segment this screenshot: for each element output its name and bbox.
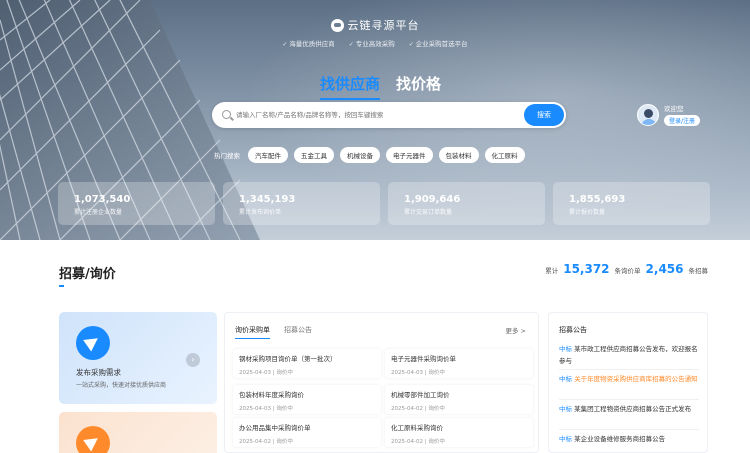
hot-searches: 热门搜索 汽车配件 五金工具 机械设备 电子元器件 包装材料 化工原料 (214, 147, 525, 163)
avatar[interactable] (637, 103, 659, 126)
counts-mid: 条询价单 (614, 267, 641, 275)
list-item[interactable]: 钢材采购项目询价单（第一批次） 2025-04-03 | 询价中 (233, 349, 381, 378)
news-text: 关于年度物资采购供应商库招募的公告通知 (574, 375, 698, 383)
stats-row: 1,073,540 累计注册企业数量 1,345,193 累计发布询价单 1,9… (58, 182, 710, 225)
news-tag: 中标 (559, 375, 572, 383)
stat-label: 累计注册企业数量 (74, 209, 123, 216)
brand-tags: 海量优质供应商 专业高效采购 企业采购首选平台 (0, 38, 750, 48)
hot-search-chip[interactable]: 机械设备 (340, 147, 380, 163)
search-icon (222, 110, 231, 119)
news-tag: 中标 (559, 435, 572, 443)
item-meta: 2025-04-03 | 询价中 (239, 370, 293, 376)
publish-demand-card[interactable]: 发布采购需求 一站式采购，快速对接优质供应商 › (59, 312, 217, 404)
login-button[interactable]: 登录/注册 (664, 115, 701, 126)
hot-search-chip[interactable]: 汽车配件 (248, 147, 288, 163)
list-item[interactable]: 办公用品集中采购询价单 2025-04-02 | 询价中 (233, 418, 381, 447)
hot-search-label: 热门搜索 (214, 152, 240, 160)
hot-search-chip[interactable]: 电子元器件 (386, 147, 433, 163)
card-subtitle: 一站式采购，快速对接优质供应商 (76, 382, 167, 389)
user-greeting: 欢迎您 (664, 105, 684, 113)
stat-value: 1,855,693 (569, 194, 626, 205)
item-meta: 2025-04-03 | 询价中 (391, 370, 445, 376)
item-title: 包装材料年度采购询价 (239, 391, 304, 399)
stat-label: 累计发布询价单 (239, 209, 282, 216)
item-meta: 2025-04-02 | 询价中 (391, 406, 445, 412)
page: 云链寻源平台 海量优质供应商 专业高效采购 企业采购首选平台 找供应商 找价格 … (0, 0, 750, 453)
stat-card: 1,345,193 累计发布询价单 (223, 182, 380, 225)
brand-tag: 专业高效采购 (349, 38, 395, 48)
item-title: 电子元器件采购询价单 (391, 355, 456, 363)
brand-name: 云链寻源平台 (347, 19, 420, 32)
inquiry-counts: 累计 15,372 条询价单 2,456 条招募 (545, 262, 708, 276)
search-button[interactable]: 搜索 (524, 104, 564, 126)
search-tabs: 找供应商 找价格 (320, 73, 441, 100)
brand-tag: 海量优质供应商 (282, 38, 335, 48)
news-text: 某企业设备维修服务商招募公告 (574, 435, 666, 443)
more-link[interactable]: 更多 > (505, 325, 526, 335)
chevron-right-icon[interactable]: › (186, 353, 200, 367)
stat-card: 1,073,540 累计注册企业数量 (58, 182, 215, 225)
stat-value: 1,909,646 (404, 194, 461, 205)
item-title: 办公用品集中采购询价单 (239, 424, 311, 432)
secondary-card[interactable] (59, 412, 217, 453)
card-title: 发布采购需求 (76, 368, 121, 377)
news-panel: 招募公告 中标 某市政工程供应商招募公告发布，欢迎报名参与 中标 关于年度物资采… (548, 312, 708, 453)
item-title: 化工原料采购询价 (391, 424, 443, 432)
stat-value: 1,345,193 (239, 194, 296, 205)
stat-label: 累计交易订单数量 (404, 209, 453, 216)
list-item[interactable]: 包装材料年度采购询价 2025-04-03 | 询价中 (233, 385, 381, 414)
tab-find-prices[interactable]: 找价格 (396, 73, 441, 100)
search-input[interactable] (236, 108, 526, 122)
item-meta: 2025-04-02 | 询价中 (391, 439, 445, 445)
tab-recruit-notices[interactable]: 招募公告 (284, 325, 312, 339)
hot-search-chip[interactable]: 包装材料 (438, 147, 479, 163)
brand[interactable]: 云链寻源平台 (0, 17, 750, 33)
logo-icon (330, 18, 344, 32)
news-text: 某市政工程供应商招募公告发布，欢迎报名参与 (559, 345, 698, 365)
item-title: 机械零部件加工询价 (391, 391, 450, 399)
stat-card: 1,855,693 累计报价数量 (553, 182, 710, 225)
list-item[interactable]: 机械零部件加工询价 2025-04-02 | 询价中 (385, 385, 533, 414)
news-item[interactable]: 中标 某企业设备维修服务商招募公告 (559, 433, 699, 452)
list-item[interactable]: 电子元器件采购询价单 2025-04-03 | 询价中 (385, 349, 533, 378)
section-title: 招募/询价 (59, 267, 116, 282)
news-text: 某集团工程物资供应商招募公告正式发布 (574, 405, 692, 413)
inquiry-tabs: 询价采购单 招募公告 (235, 325, 312, 339)
stat-value: 1,073,540 (74, 194, 131, 205)
item-title: 钢材采购项目询价单（第一批次） (239, 355, 337, 363)
inquiry-list-panel: 询价采购单 招募公告 更多 > 钢材采购项目询价单（第一批次） 2025-04-… (224, 312, 539, 453)
inquiry-count: 15,372 (563, 262, 610, 276)
counts-suffix: 条招募 (688, 267, 709, 275)
news-item[interactable]: 中标 某市政工程供应商招募公告发布，欢迎报名参与 (559, 343, 699, 370)
tab-inquiry-orders[interactable]: 询价采购单 (235, 325, 270, 339)
news-tag: 中标 (559, 405, 572, 413)
paper-plane-icon (76, 426, 110, 453)
hot-search-chip[interactable]: 五金工具 (294, 147, 334, 163)
hot-search-chip[interactable]: 化工原料 (484, 147, 525, 163)
tab-find-suppliers[interactable]: 找供应商 (320, 73, 381, 100)
paper-plane-icon (76, 326, 110, 360)
news-title: 招募公告 (559, 326, 587, 334)
hero-banner: 云链寻源平台 海量优质供应商 专业高效采购 企业采购首选平台 找供应商 找价格 … (0, 0, 750, 240)
news-item[interactable]: 中标 某集团工程物资供应商招募公告正式发布 (559, 403, 699, 430)
stat-card: 1,909,646 累计交易订单数量 (388, 182, 545, 225)
inquiry-section: 招募/询价 累计 15,372 条询价单 2,456 条招募 发布采购需求 一站… (0, 240, 750, 453)
news-tag: 中标 (559, 345, 572, 353)
user-panel: 欢迎您 登录/注册 (637, 103, 701, 126)
recruit-count: 2,456 (645, 262, 684, 276)
brand-tag: 企业采购首选平台 (409, 38, 468, 48)
counts-prefix: 累计 (545, 267, 559, 275)
search-bar: 搜索 (212, 102, 566, 128)
list-item[interactable]: 化工原料采购询价 2025-04-02 | 询价中 (385, 418, 533, 447)
item-meta: 2025-04-02 | 询价中 (239, 439, 293, 445)
section-title-underline (59, 285, 64, 287)
stat-label: 累计报价数量 (569, 209, 606, 216)
item-meta: 2025-04-03 | 询价中 (239, 406, 293, 412)
news-item[interactable]: 中标 关于年度物资采购供应商库招募的公告通知 (559, 373, 699, 400)
